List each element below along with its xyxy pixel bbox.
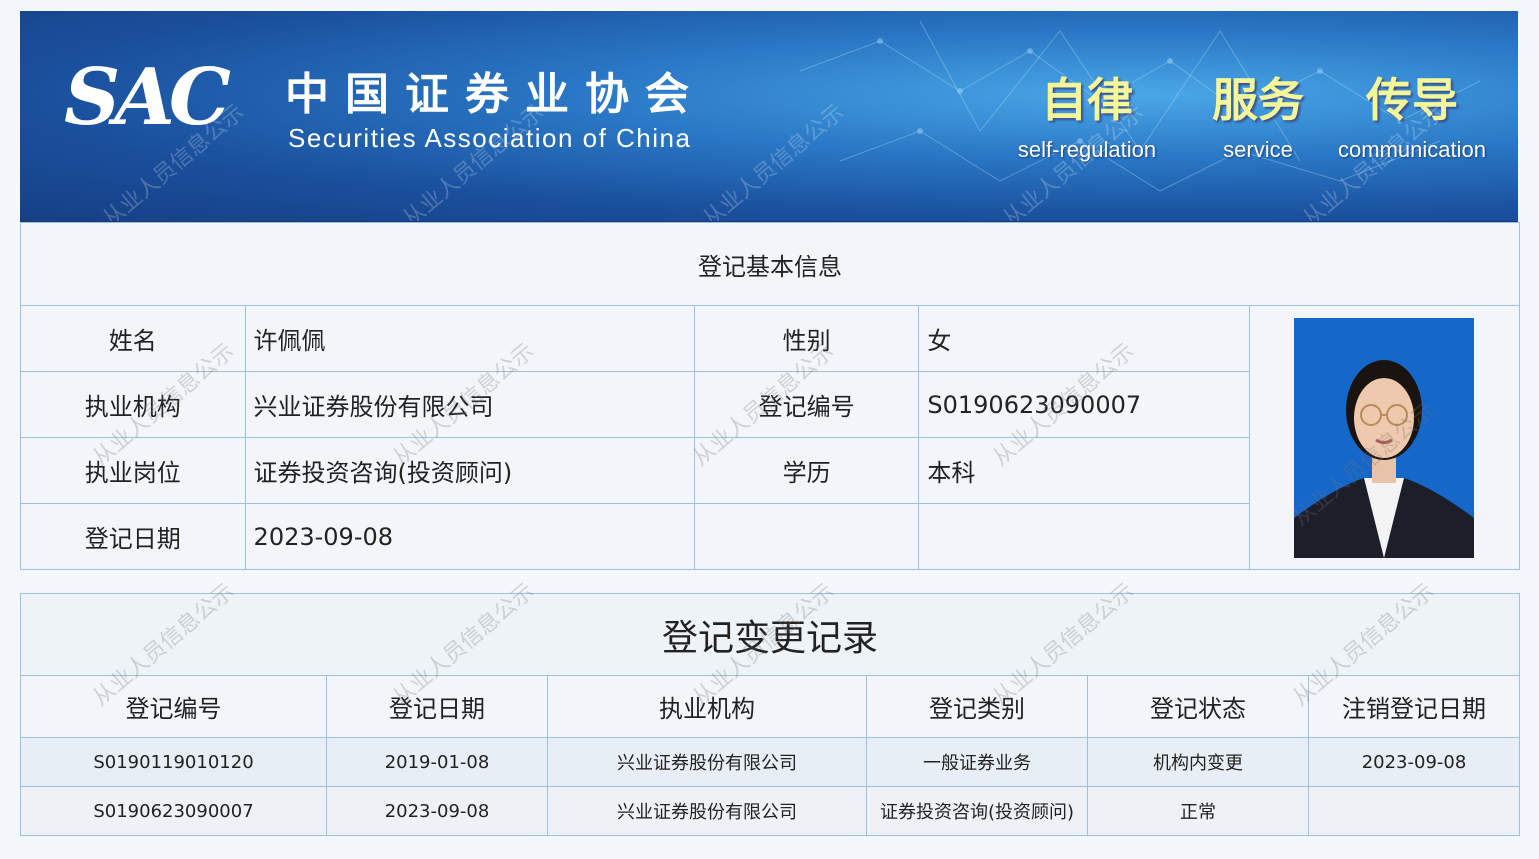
- table-cell: [1308, 786, 1520, 836]
- column-header: 登记类别: [866, 675, 1088, 738]
- name-label: 姓名: [20, 305, 246, 372]
- reg-no-value: S0190623090007: [918, 371, 1250, 438]
- profile-photo: [1294, 317, 1475, 558]
- position-value: 证券投资咨询(投资顾问): [244, 437, 695, 504]
- photo-cell: [1248, 305, 1521, 570]
- education-label: 学历: [693, 437, 920, 504]
- table-cell: 2023-09-08: [1308, 737, 1520, 787]
- basic-info-title: 登记基本信息: [20, 222, 1520, 306]
- org-name-cn: 中国证券业协会: [285, 69, 705, 120]
- table-cell: S0190119010120: [20, 737, 327, 787]
- table-cell: 2023-09-08: [326, 786, 548, 836]
- slogan-self-regulation: 自律 self-regulation: [992, 77, 1182, 163]
- org-name-en: Securities Association of China: [288, 123, 692, 153]
- table-cell: 证券投资咨询(投资顾问): [866, 786, 1088, 836]
- change-records-table: 登记变更记录 登记编号 登记日期 执业机构 登记类别 登记状态 注销登记日期 S…: [20, 593, 1520, 836]
- empty-cell: [918, 503, 1250, 570]
- column-header: 登记编号: [20, 675, 327, 738]
- table-cell: S0190623090007: [20, 786, 327, 836]
- gender-value: 女: [918, 305, 1250, 372]
- table-cell: 兴业证券股份有限公司: [547, 737, 867, 787]
- table-row: S0190119010120 2019-01-08 兴业证券股份有限公司 一般证…: [20, 737, 1520, 787]
- header-banner: SAC 中国证券业协会 Securities Association of Ch…: [20, 11, 1518, 224]
- position-label: 执业岗位: [20, 437, 246, 504]
- institution-label: 执业机构: [20, 371, 246, 438]
- empty-cell: [693, 503, 920, 570]
- table-cell: 一般证券业务: [866, 737, 1088, 787]
- reg-date-value: 2023-09-08: [244, 503, 695, 570]
- institution-value: 兴业证券股份有限公司: [244, 371, 695, 438]
- slogan-en: service: [1223, 137, 1293, 162]
- reg-no-label: 登记编号: [693, 371, 920, 438]
- sac-logo: SAC: [64, 52, 231, 143]
- table-cell: 机构内变更: [1087, 737, 1309, 787]
- basic-info-table: 登记基本信息 姓名 许佩佩 性别 女 执业机构 兴业证券股份有限公司 登记编号 …: [20, 222, 1521, 570]
- education-value: 本科: [918, 437, 1250, 504]
- slogan-en: communication: [1338, 137, 1486, 162]
- reg-date-label: 登记日期: [20, 503, 246, 570]
- column-header: 执业机构: [547, 675, 867, 738]
- slogan-en: self-regulation: [1017, 137, 1157, 162]
- name-value: 许佩佩: [244, 305, 695, 372]
- table-row: S0190623090007 2023-09-08 兴业证券股份有限公司 证券投…: [20, 786, 1520, 836]
- gender-label: 性别: [693, 305, 920, 372]
- change-records-title: 登记变更记录: [20, 593, 1520, 676]
- slogan-cn: 服务: [1212, 73, 1304, 127]
- slogan-cn: 自律: [1041, 73, 1133, 127]
- table-cell: 正常: [1087, 786, 1309, 836]
- slogan-service: 服务 service: [1198, 77, 1318, 163]
- table-cell: 兴业证券股份有限公司: [547, 786, 867, 836]
- slogan-communication: 传导 communication: [1322, 77, 1502, 163]
- table-cell: 2019-01-08: [326, 737, 548, 787]
- column-header: 注销登记日期: [1308, 675, 1520, 738]
- column-header: 登记日期: [326, 675, 548, 738]
- column-header: 登记状态: [1087, 675, 1309, 738]
- slogan-cn: 传导: [1366, 73, 1458, 127]
